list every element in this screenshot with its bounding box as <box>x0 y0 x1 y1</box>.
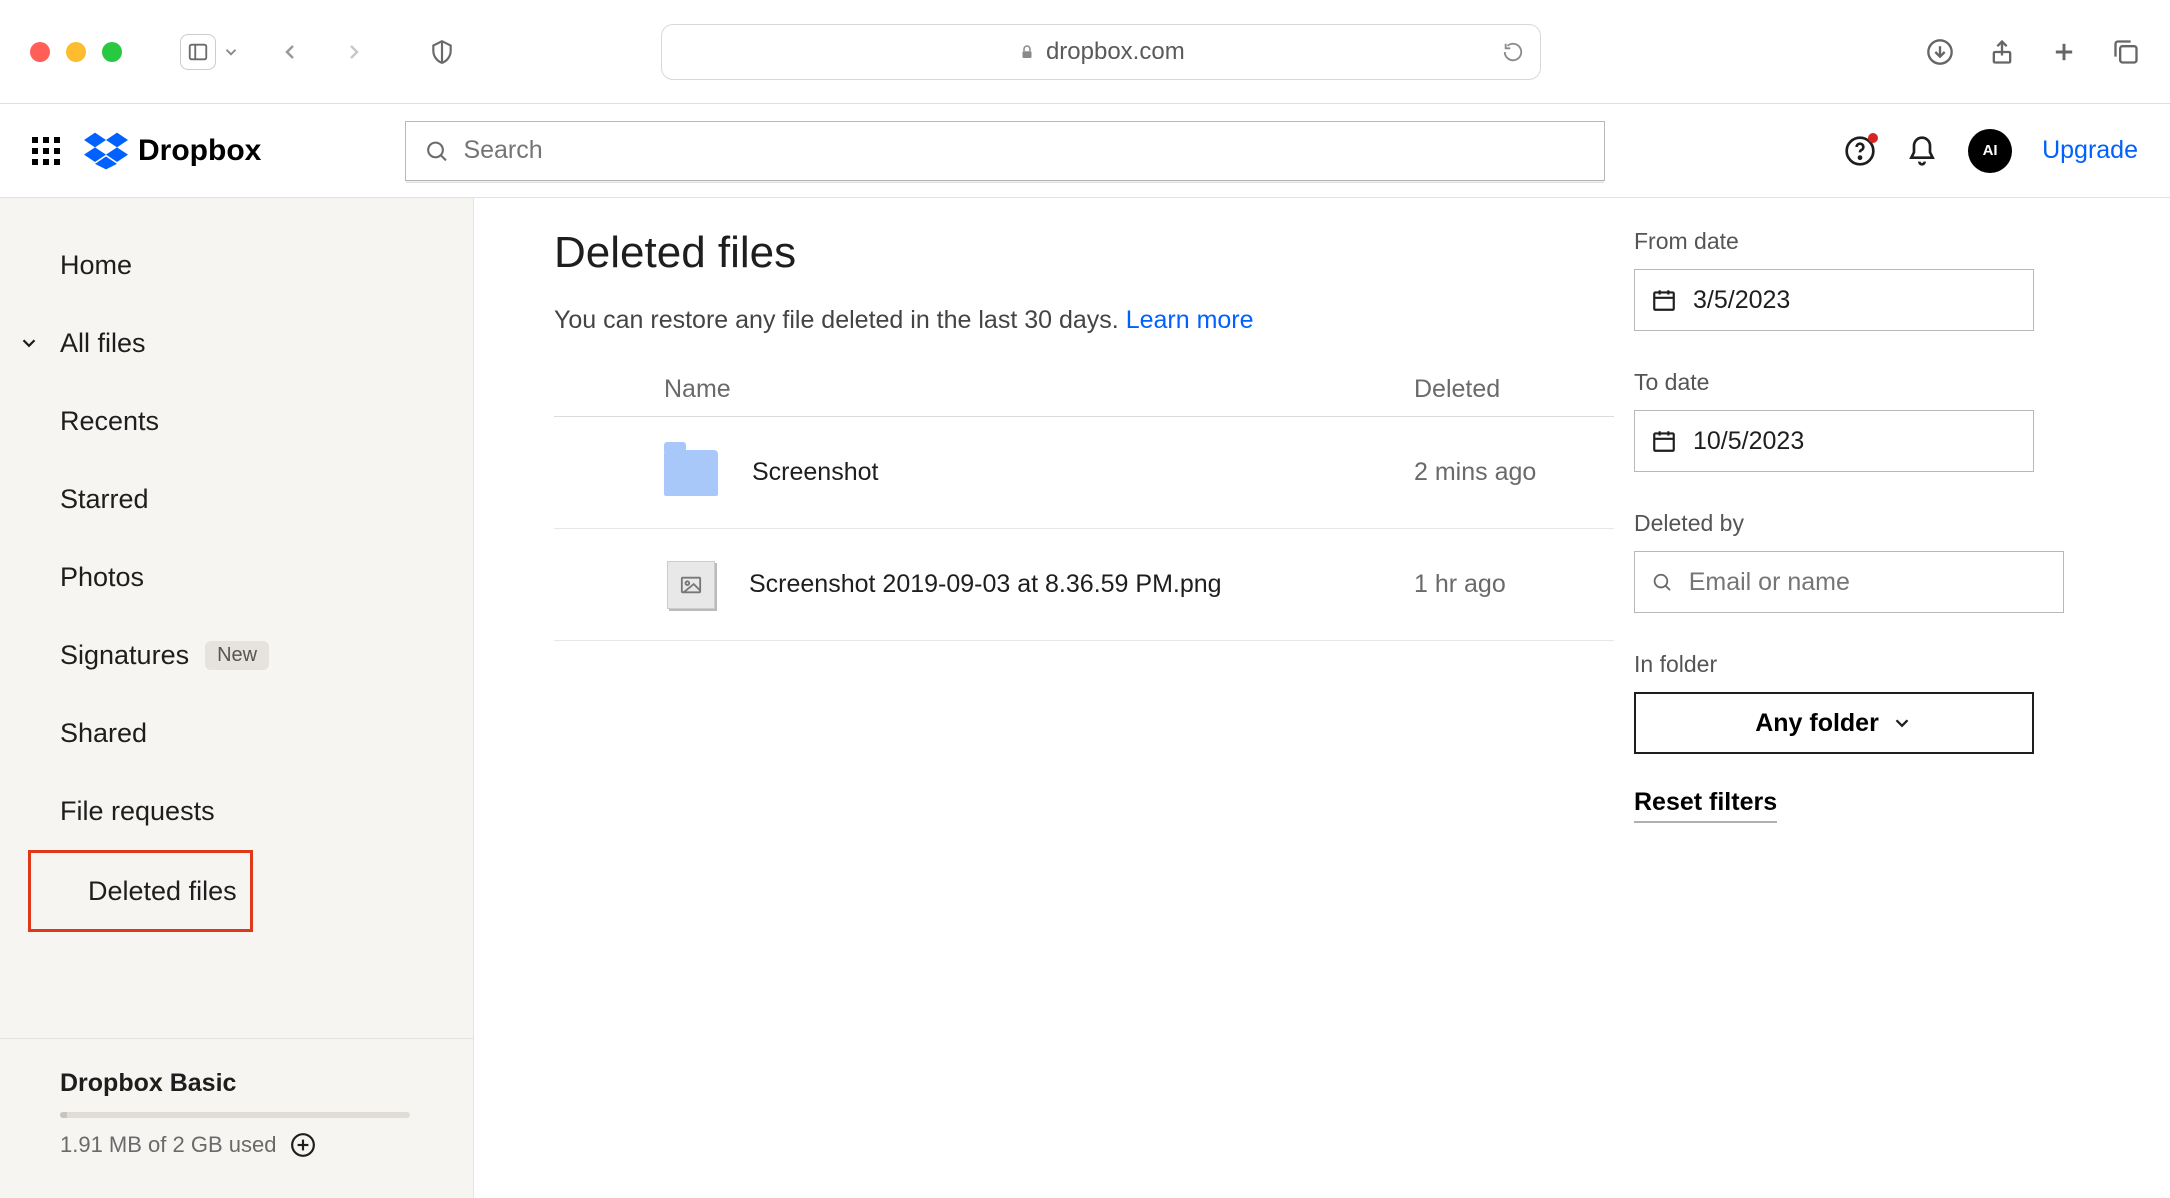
sidebar-item-label: All files <box>60 328 146 359</box>
table-header: Name Deleted <box>554 363 1614 417</box>
tab-overview-button[interactable] <box>2112 38 2140 66</box>
table-row[interactable]: Screenshot 2019-09-03 at 8.36.59 PM.png … <box>554 529 1614 641</box>
notification-dot-icon <box>1868 133 1878 143</box>
column-deleted[interactable]: Deleted <box>1414 375 1614 404</box>
sidebar-item-shared[interactable]: Shared <box>0 694 473 772</box>
dropbox-logo-text: Dropbox <box>138 134 261 168</box>
share-button[interactable] <box>1988 38 2016 66</box>
from-date-input[interactable]: 3/5/2023 <box>1634 269 2034 331</box>
sidebar: Home All files Recents Starred Photos Si… <box>0 198 474 1198</box>
storage-usage-text: 1.91 MB of 2 GB used <box>60 1132 276 1158</box>
from-date-value: 3/5/2023 <box>1693 286 1790 315</box>
notifications-button[interactable] <box>1906 135 1938 167</box>
new-badge: New <box>205 641 269 670</box>
filters-panel: From date 3/5/2023 To date 10/5/2023 Del… <box>1614 228 2054 1198</box>
sidebar-item-label: Recents <box>60 406 159 437</box>
sidebar-item-starred[interactable]: Starred <box>0 460 473 538</box>
column-name[interactable]: Name <box>664 375 1414 404</box>
from-date-label: From date <box>1634 228 2054 255</box>
sidebar-item-label: Starred <box>60 484 149 515</box>
dropbox-header: Dropbox AI Upgrade <box>0 104 2170 198</box>
sidebar-toggle-button[interactable] <box>180 34 216 70</box>
to-date-label: To date <box>1634 369 2054 396</box>
reset-filters-button[interactable]: Reset filters <box>1634 788 1777 823</box>
main-content: Deleted files You can restore any file d… <box>474 198 2170 1198</box>
dropbox-logo[interactable]: Dropbox <box>84 132 261 170</box>
subtitle-text: You can restore any file deleted in the … <box>554 306 1119 334</box>
page-title: Deleted files <box>554 228 1614 278</box>
url-text: dropbox.com <box>1046 38 1185 66</box>
reload-button[interactable] <box>1502 41 1524 63</box>
to-date-value: 10/5/2023 <box>1693 427 1804 456</box>
fullscreen-window-button[interactable] <box>102 42 122 62</box>
in-folder-select[interactable]: Any folder <box>1634 692 2034 754</box>
forward-button[interactable] <box>342 40 366 64</box>
sidebar-item-file-requests[interactable]: File requests <box>0 772 473 850</box>
search-input[interactable] <box>463 136 1586 165</box>
file-name: Screenshot <box>752 458 878 487</box>
in-folder-label: In folder <box>1634 651 2054 678</box>
account-avatar[interactable]: AI <box>1968 129 2012 173</box>
sidebar-footer: Dropbox Basic 1.91 MB of 2 GB used <box>0 1038 473 1198</box>
lock-icon <box>1018 43 1036 61</box>
help-button[interactable] <box>1844 135 1876 167</box>
close-window-button[interactable] <box>30 42 50 62</box>
search-icon <box>424 138 449 164</box>
storage-progress-bar <box>60 1112 410 1118</box>
chevron-down-icon <box>1891 712 1913 734</box>
sidebar-item-photos[interactable]: Photos <box>0 538 473 616</box>
deleted-time: 1 hr ago <box>1414 570 1614 599</box>
chevron-down-icon[interactable] <box>18 332 40 354</box>
sidebar-item-label: Home <box>60 250 132 281</box>
sidebar-item-all-files[interactable]: All files <box>0 304 473 382</box>
upgrade-storage-button[interactable] <box>290 1132 316 1158</box>
sidebar-item-recents[interactable]: Recents <box>0 382 473 460</box>
in-folder-value: Any folder <box>1755 709 1879 738</box>
page-subtitle: You can restore any file deleted in the … <box>554 306 1614 335</box>
sidebar-item-label: File requests <box>60 796 215 827</box>
sidebar-item-label: Signatures <box>60 640 189 671</box>
calendar-icon <box>1651 428 1677 454</box>
calendar-icon <box>1651 287 1677 313</box>
learn-more-link[interactable]: Learn more <box>1126 306 1254 334</box>
plan-name: Dropbox Basic <box>60 1069 473 1098</box>
minimize-window-button[interactable] <box>66 42 86 62</box>
sidebar-item-label: Photos <box>60 562 144 593</box>
deleted-time: 2 mins ago <box>1414 458 1614 487</box>
image-file-icon <box>667 561 715 609</box>
safari-toolbar: dropbox.com <box>0 0 2170 104</box>
downloads-button[interactable] <box>1926 38 1954 66</box>
privacy-shield-button[interactable] <box>424 34 460 70</box>
avatar-initials: AI <box>1983 142 1998 159</box>
dropbox-logo-icon <box>84 132 128 170</box>
app-launcher-button[interactable] <box>32 137 60 165</box>
sidebar-item-deleted-files[interactable]: Deleted files <box>28 850 253 932</box>
file-name: Screenshot 2019-09-03 at 8.36.59 PM.png <box>749 570 1222 599</box>
search-box[interactable] <box>405 121 1605 181</box>
window-traffic-lights <box>30 42 122 62</box>
to-date-input[interactable]: 10/5/2023 <box>1634 410 2034 472</box>
deleted-by-label: Deleted by <box>1634 510 2054 537</box>
sidebar-item-label: Shared <box>60 718 147 749</box>
deleted-by-field[interactable] <box>1689 568 2047 597</box>
sidebar-item-signatures[interactable]: Signatures New <box>0 616 473 694</box>
search-icon <box>1651 570 1673 594</box>
address-bar[interactable]: dropbox.com <box>661 24 1541 80</box>
sidebar-item-label: Deleted files <box>88 876 237 907</box>
back-button[interactable] <box>278 40 302 64</box>
upgrade-link[interactable]: Upgrade <box>2042 136 2138 165</box>
chevron-down-icon[interactable] <box>222 43 240 61</box>
deleted-by-input[interactable] <box>1634 551 2064 613</box>
new-tab-button[interactable] <box>2050 38 2078 66</box>
folder-icon <box>664 450 718 496</box>
table-row[interactable]: Screenshot 2 mins ago <box>554 417 1614 529</box>
sidebar-item-home[interactable]: Home <box>0 226 473 304</box>
